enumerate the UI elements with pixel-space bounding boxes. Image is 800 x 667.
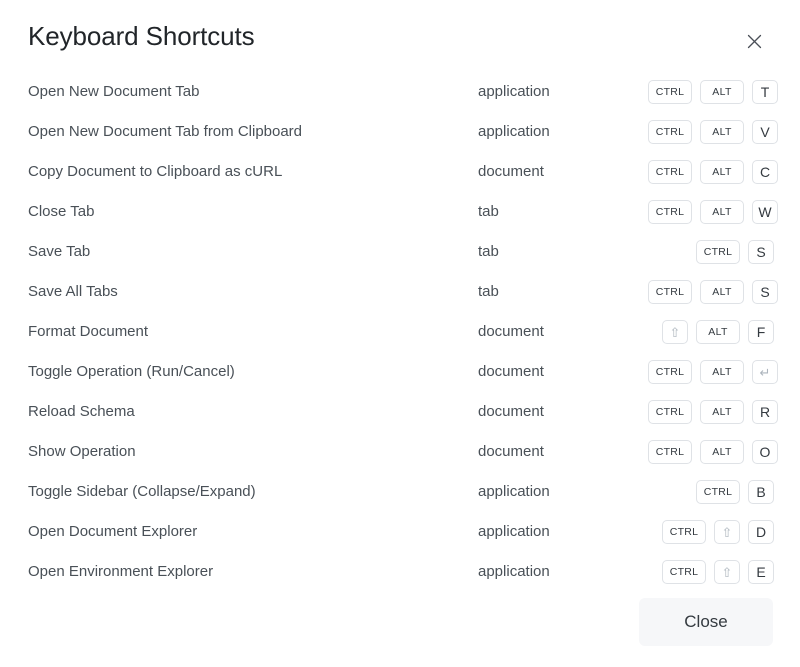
shortcut-keys: CTRL ALT W [648, 200, 778, 224]
shortcuts-scroll-area[interactable]: Open New Document Tab application CTRL ALT T… [0, 72, 800, 590]
keycap: E [748, 560, 774, 584]
shortcut-name: Show Operation [28, 443, 136, 460]
shortcut-keys: CTRL B [648, 480, 774, 504]
keycap: ALT [700, 440, 744, 464]
keycap: ⇧ [714, 520, 740, 544]
keycap: CTRL [648, 80, 692, 104]
keycap: CTRL [648, 440, 692, 464]
keycap: CTRL [648, 280, 692, 304]
shortcut-name: Format Document [28, 323, 149, 340]
keycap: T [752, 80, 778, 104]
shortcut-name: Copy Document to Clipboard as cURL [28, 163, 283, 180]
close-button[interactable]: Close [639, 597, 773, 646]
shortcut-name: Open Environment Explorer [28, 563, 214, 580]
keycap: ALT [700, 120, 744, 144]
shortcut-row: Show Operation document CTRL ALT O [28, 432, 778, 472]
shortcut-row: Save All Tabs tab CTRL ALT S [28, 272, 778, 312]
shortcut-row: Save Tab tab CTRL S [28, 232, 774, 272]
shortcut-category: tab [478, 203, 499, 220]
shortcut-keys: CTRL ALT S [648, 280, 778, 304]
shortcut-category: document [478, 443, 544, 460]
keycap: ALT [700, 200, 744, 224]
keycap: S [748, 240, 774, 264]
dialog-footer: Close [0, 590, 800, 667]
keycap: CTRL [648, 400, 692, 424]
keycap: C [752, 160, 778, 184]
shortcut-category: document [478, 323, 544, 340]
shortcut-keys: ⇧ ALT F [648, 320, 774, 344]
shortcut-category: application [478, 483, 550, 500]
keycap: F [748, 320, 774, 344]
shortcut-name: Open Document Explorer [28, 523, 198, 540]
shortcut-row: Open New Document Tab from Clipboard appl… [28, 112, 778, 152]
shortcut-name: Open New Document Tab from Clipboard [28, 123, 303, 140]
shortcut-name: Save Tab [28, 243, 91, 260]
shortcut-keys: CTRL ALT V [648, 120, 778, 144]
dialog-header: Keyboard Shortcuts [0, 0, 800, 72]
close-icon[interactable] [742, 29, 766, 53]
shortcut-row: Open Document Explorer application CTRL ⇧ D [28, 512, 774, 552]
shortcut-row: Toggle Sidebar (Collapse/Expand) applicat… [28, 472, 774, 512]
shortcut-row: Copy Document to Clipboard as cURL docume… [28, 152, 778, 192]
shortcut-keys: CTRL ⇧ E [648, 560, 774, 584]
keycap: R [752, 400, 778, 424]
shortcut-name: Reload Schema [28, 403, 135, 420]
keyboard-shortcuts-dialog: Keyboard Shortcuts Open New Document Tab… [0, 0, 800, 667]
keycap: W [752, 200, 778, 224]
dialog-title: Keyboard Shortcuts [28, 21, 255, 51]
keycap: S [752, 280, 778, 304]
shortcut-keys: CTRL S [648, 240, 774, 264]
shortcut-category: document [478, 163, 544, 180]
keycap: CTRL [696, 240, 740, 264]
keycap: D [748, 520, 774, 544]
keycap: V [752, 120, 778, 144]
keycap: ⇧ [662, 320, 688, 344]
shortcut-row: Toggle Operation (Run/Cancel) document CTR… [28, 352, 778, 392]
shortcut-row: Open Environment Explorer application CTRL… [28, 552, 774, 590]
shortcut-row: Close Tab tab CTRL ALT W [28, 192, 778, 232]
shortcut-keys: CTRL ALT ↵ [648, 360, 778, 384]
keycap: ALT [700, 160, 744, 184]
shortcut-category: tab [478, 243, 499, 260]
shortcut-category: document [478, 363, 544, 380]
shortcut-row: Open New Document Tab application CTRL ALT T [28, 72, 778, 112]
keycap: CTRL [648, 160, 692, 184]
keycap: CTRL [648, 200, 692, 224]
shortcut-name: Open New Document Tab [28, 83, 200, 100]
shortcut-name: Toggle Operation (Run/Cancel) [28, 363, 235, 380]
keycap: CTRL [648, 120, 692, 144]
shortcut-category: application [478, 123, 550, 140]
keycap: ⇧ [714, 560, 740, 584]
shortcut-category: application [478, 563, 550, 580]
shortcut-keys: CTRL ALT O [648, 440, 778, 464]
shortcut-keys: CTRL ⇧ D [648, 520, 774, 544]
keycap: ALT [700, 80, 744, 104]
keycap: ALT [700, 360, 744, 384]
keycap: CTRL [662, 560, 706, 584]
shortcut-keys: CTRL ALT T [648, 80, 778, 104]
keycap: B [748, 480, 774, 504]
shortcut-keys: CTRL ALT R [648, 400, 778, 424]
shortcut-row: Reload Schema document CTRL ALT R [28, 392, 778, 432]
shortcut-category: document [478, 403, 544, 420]
keycap: ALT [700, 400, 744, 424]
keycap: CTRL [648, 360, 692, 384]
shortcut-name: Close Tab [28, 203, 95, 220]
keycap: ALT [700, 280, 744, 304]
keycap: O [752, 440, 778, 464]
shortcut-list: Open New Document Tab application CTRL ALT T… [28, 72, 778, 590]
shortcut-row: Format Document document ⇧ ALT F [28, 312, 774, 352]
keycap: ALT [696, 320, 740, 344]
shortcut-category: application [478, 523, 550, 540]
keycap: ↵ [752, 360, 778, 384]
keycap: CTRL [696, 480, 740, 504]
shortcut-category: tab [478, 283, 499, 300]
shortcut-keys: CTRL ALT C [648, 160, 778, 184]
shortcut-name: Toggle Sidebar (Collapse/Expand) [28, 483, 256, 500]
keycap: CTRL [662, 520, 706, 544]
shortcut-name: Save All Tabs [28, 283, 118, 300]
shortcut-category: application [478, 83, 550, 100]
